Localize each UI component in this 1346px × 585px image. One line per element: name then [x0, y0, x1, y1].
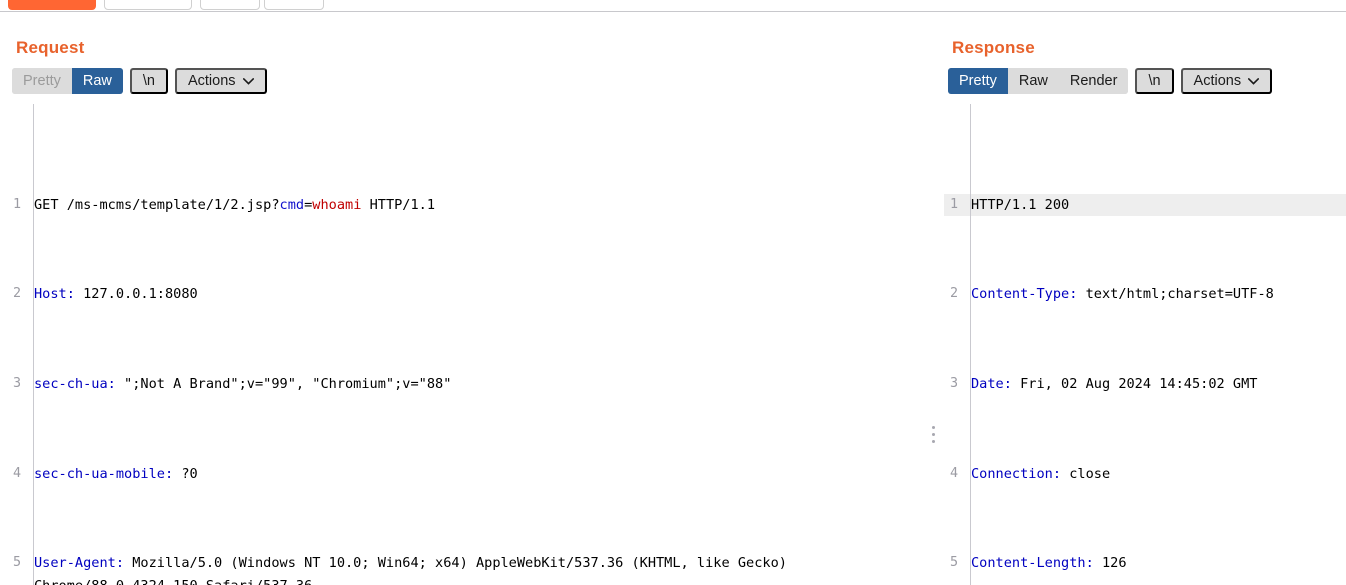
line-text: User-Agent: Mozilla/5.0 (Windows NT 10.0…: [27, 552, 922, 585]
line-number: 5: [949, 555, 958, 571]
header-value: 127.0.0.1:8080: [74, 286, 198, 303]
cancel-button[interactable]: Cancel: [104, 0, 192, 10]
burp-repeater-window: Send Cancel < v > v Request Pretty Raw \…: [0, 0, 1346, 585]
chevron-down-icon: [242, 77, 254, 85]
send-button[interactable]: Send: [8, 0, 96, 10]
header-value: ";Not A Brand";v="99", "Chromium";v="88": [115, 375, 452, 392]
response-tabbar: Pretty Raw Render \n Actions: [948, 68, 1346, 94]
tab-response-raw[interactable]: Raw: [1007, 68, 1059, 94]
line-number: 4: [12, 465, 21, 481]
line-text: HTTP/1.1 200: [964, 194, 1346, 216]
header-name: sec-ch-ua-mobile:: [34, 465, 174, 482]
request-view-tabgroup: Pretty Raw: [12, 68, 123, 94]
code-line: 5 Content-Length: 126: [944, 552, 1346, 574]
header-value: ?0: [173, 465, 198, 482]
line-text: Host: 127.0.0.1:8080: [27, 283, 922, 305]
code-line: 1 GET /ms-mcms/template/1/2.jsp?cmd=whoa…: [0, 194, 922, 216]
status-line: HTTP/1.1 200: [971, 196, 1070, 213]
request-line: GET /ms-mcms/template/1/2.jsp?: [34, 196, 280, 213]
header-name: User-Agent:: [34, 555, 125, 572]
top-toolbar: Send Cancel < v > v: [0, 0, 1346, 12]
code-line: 4 Connection: close: [944, 463, 1346, 485]
header-name: Content-Type:: [971, 286, 1078, 303]
line-number: 4: [949, 465, 958, 481]
line-number: 1: [12, 196, 21, 212]
header-name: Content-Length:: [971, 555, 1094, 572]
tab-request-newline[interactable]: \n: [129, 68, 168, 94]
query-param-value: whoami: [312, 196, 362, 213]
chevron-left-icon: < v: [220, 0, 241, 3]
code-line: 2 Content-Type: text/html;charset=UTF-8: [944, 283, 1346, 305]
request-tabbar: Pretty Raw \n Actions: [12, 68, 922, 94]
line-text: Content-Type: text/html;charset=UTF-8: [964, 283, 1346, 305]
header-name: Connection:: [971, 465, 1062, 482]
line-text: GET /ms-mcms/template/1/2.jsp?cmd=whoami…: [27, 194, 922, 216]
line-number: 2: [12, 286, 21, 302]
tab-request-pretty[interactable]: Pretty: [12, 68, 72, 94]
request-code-editor[interactable]: 1 GET /ms-mcms/template/1/2.jsp?cmd=whoa…: [0, 104, 922, 585]
code-line-active: 1 HTTP/1.1 200: [944, 193, 1346, 217]
request-panel-title: Request: [16, 38, 85, 57]
history-forward-button[interactable]: > v: [264, 0, 324, 10]
header-value: close: [1061, 465, 1111, 482]
request-actions-button[interactable]: Actions: [174, 68, 267, 94]
line-number: 3: [12, 375, 21, 391]
code-line: 3 sec-ch-ua: ";Not A Brand";v="99", "Chr…: [0, 373, 922, 395]
line-number: 3: [949, 375, 958, 391]
code-line: 2 Host: 127.0.0.1:8080: [0, 283, 922, 305]
header-name: Host:: [34, 286, 75, 303]
tab-response-render[interactable]: Render: [1058, 68, 1129, 94]
response-view-tabgroup: Pretty Raw Render: [948, 68, 1129, 94]
header-name: Date:: [971, 375, 1012, 392]
response-gutter-divider: [970, 104, 971, 585]
response-actions-label: Actions: [1193, 73, 1242, 89]
code-line: 4 sec-ch-ua-mobile: ?0: [0, 463, 922, 485]
header-value: Mozilla/5.0 (Windows NT 10.0; Win64; x64…: [34, 555, 787, 585]
header-name: sec-ch-ua:: [34, 375, 116, 392]
panel-splitter[interactable]: [928, 16, 942, 585]
request-panel: Request Pretty Raw \n Actions 1 GET /ms-…: [0, 16, 922, 585]
chevron-right-icon: > v: [284, 0, 305, 3]
code-line: 5 User-Agent: Mozilla/5.0 (Windows NT 10…: [0, 552, 922, 585]
line-number: 2: [949, 286, 958, 302]
line-text: Connection: close: [964, 463, 1346, 485]
header-value: Fri, 02 Aug 2024 14:45:02 GMT: [1011, 375, 1258, 392]
response-code-viewer[interactable]: 1 HTTP/1.1 200 2 Content-Type: text/html…: [944, 104, 1346, 585]
chevron-down-icon: [1248, 77, 1260, 85]
header-value: 126: [1093, 555, 1127, 572]
query-param-name: cmd: [279, 196, 305, 213]
request-actions-label: Actions: [187, 73, 236, 89]
tab-request-raw[interactable]: Raw: [71, 68, 123, 94]
line-number: 5: [12, 555, 21, 571]
line-text: Date: Fri, 02 Aug 2024 14:45:02 GMT: [964, 373, 1346, 395]
http-version: HTTP/1.1: [361, 196, 436, 213]
header-value: text/html;charset=UTF-8: [1077, 286, 1274, 303]
line-text: Content-Length: 126: [964, 552, 1346, 574]
line-text: sec-ch-ua: ";Not A Brand";v="99", "Chrom…: [27, 373, 922, 395]
splitter-grip-icon: [932, 426, 935, 443]
tab-response-pretty[interactable]: Pretty: [948, 68, 1008, 94]
code-line: 3 Date: Fri, 02 Aug 2024 14:45:02 GMT: [944, 373, 1346, 395]
tab-response-newline[interactable]: \n: [1135, 68, 1174, 94]
request-gutter-divider: [33, 104, 34, 585]
line-number: 1: [949, 196, 958, 212]
history-back-button[interactable]: < v: [200, 0, 260, 10]
response-actions-button[interactable]: Actions: [1180, 68, 1273, 94]
toolbar-divider: [0, 11, 1346, 12]
response-panel-title: Response: [952, 38, 1035, 57]
line-text: sec-ch-ua-mobile: ?0: [27, 463, 922, 485]
response-panel: Response Pretty Raw Render \n Actions 1 …: [944, 16, 1346, 585]
